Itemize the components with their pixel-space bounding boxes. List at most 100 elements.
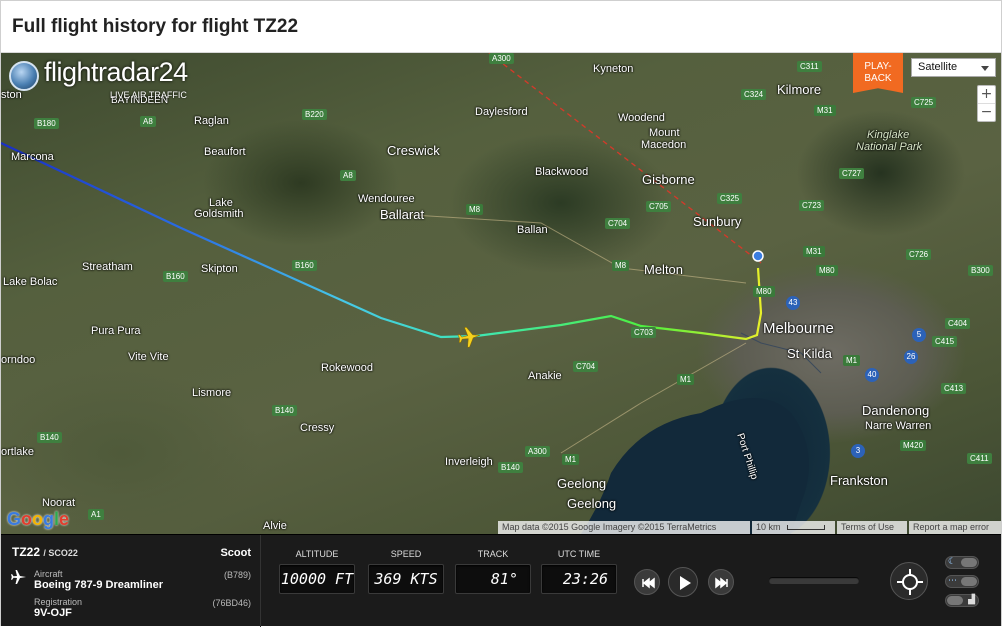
place-label: Wendouree — [358, 193, 415, 205]
airline-name: Scoot — [220, 547, 251, 559]
zoom-out-button[interactable]: − — [978, 104, 995, 122]
altitude-label: ALTITUDE — [295, 549, 339, 559]
trail-toggle[interactable]: ⋯ — [945, 575, 979, 588]
place-label: Skipton — [201, 263, 238, 275]
place-label: Beaufort — [204, 146, 246, 158]
window: Full flight history for flight TZ22 Kyne… — [0, 0, 1002, 627]
airport-marker — [752, 250, 764, 262]
place-label: Kyneton — [593, 63, 634, 75]
place-label: Rokewood — [321, 362, 373, 374]
place-label: Goldsmith — [194, 208, 244, 220]
place-label: Blackwood — [535, 166, 589, 178]
road-shield: 43 — [786, 296, 800, 310]
aircraft-type: Boeing 787-9 Dreamliner — [34, 579, 163, 591]
place-label: Daylesford — [475, 106, 528, 118]
speed-value: 369 KTS — [368, 564, 444, 594]
time-value: 23:26 — [541, 564, 617, 594]
place-label: Narre Warren — [865, 420, 932, 432]
playback-progress-slider[interactable] — [769, 577, 859, 584]
road-shield: B300 — [968, 265, 993, 276]
aircraft-icon — [457, 327, 480, 348]
scale-label: 10 km — [756, 522, 781, 532]
place-label: Noorat — [42, 497, 76, 509]
road-shield: C413 — [941, 383, 967, 394]
google-logo[interactable]: Google — [7, 509, 69, 530]
map-type-select[interactable]: Satellite — [911, 58, 996, 77]
road-shield: M1 — [677, 374, 695, 385]
callsign: / SCO22 — [43, 548, 78, 558]
road-shield: A8 — [140, 116, 156, 127]
port-phillip-bay — [581, 398, 809, 534]
place-label: St Kilda — [787, 346, 832, 361]
zoom-control: + − — [977, 85, 996, 122]
terms-link[interactable]: Terms of Use — [837, 521, 907, 534]
flightradar24-logo[interactable]: flightradar24 LIVE AIR TRAFFIC — [7, 57, 197, 101]
road-shield: B140 — [37, 432, 62, 443]
place-label: Macedon — [641, 139, 687, 151]
track-readout: TRACK 81° — [455, 549, 531, 594]
fast-forward-button[interactable] — [708, 569, 734, 595]
play-icon — [680, 576, 691, 590]
road-shield: M80 — [753, 286, 775, 297]
rewind-icon — [642, 577, 655, 589]
road-shield: A1 — [88, 509, 104, 520]
registration-code: (76BD46) — [212, 598, 251, 608]
rewind-button[interactable] — [634, 569, 660, 595]
road-shield: M1 — [843, 355, 861, 366]
place-label: Mount — [649, 127, 680, 139]
flight-map[interactable]: Kyneton Kilmore Daylesford Woodend Mount… — [1, 53, 1001, 534]
crosshair-icon — [897, 569, 923, 595]
road-shield: A300 — [525, 446, 550, 457]
place-label: Pura Pura — [91, 325, 141, 337]
zoom-in-button[interactable]: + — [978, 86, 995, 104]
fast-forward-icon — [715, 577, 728, 589]
road-shield: M80 — [816, 265, 838, 276]
road-shield: B180 — [34, 118, 59, 129]
report-map-error-link[interactable]: Report a map error — [909, 521, 1001, 534]
night-mode-toggle[interactable]: ☾ — [945, 556, 979, 569]
toggle-knob — [947, 596, 963, 605]
road-shield: C726 — [906, 249, 932, 260]
place-label: Alvie — [263, 520, 287, 532]
map-attribution: Map data ©2015 Google Imagery ©2015 Terr… — [498, 521, 750, 534]
map-scale: 10 km — [752, 521, 835, 534]
road-shield: C325 — [717, 193, 743, 204]
place-label: Cressy — [300, 422, 335, 434]
toggle-knob — [961, 577, 977, 586]
road-shield: C723 — [799, 200, 825, 211]
place-label: Streatham — [82, 261, 133, 273]
moon-icon: ☾ — [948, 557, 957, 567]
road-shield: M8 — [466, 204, 484, 215]
altitude-value: 10000 FT — [279, 564, 355, 594]
road-shield: 5 — [912, 328, 926, 342]
logo-tagline: LIVE AIR TRAFFIC — [110, 90, 187, 100]
play-button[interactable] — [668, 567, 698, 597]
road-shield: B160 — [163, 271, 188, 282]
road-shield: 40 — [865, 368, 879, 382]
road-shield: C727 — [839, 168, 865, 179]
road-shield: B140 — [498, 462, 523, 473]
road-shield: C415 — [932, 336, 958, 347]
logo-wordmark: flightradar24 — [44, 57, 188, 87]
road-shield: A8 — [340, 170, 356, 181]
road-shield: M420 — [900, 440, 927, 451]
stats-toggle[interactable]: ▟ — [945, 594, 979, 607]
road-shield: C704 — [573, 361, 599, 372]
flight-details: TZ22 / SCO22 Scoot Aircraft Boeing 787-9… — [1, 535, 261, 627]
place-label: Geelong — [567, 496, 617, 511]
playback-label: BACK — [864, 73, 892, 84]
center-aircraft-button[interactable] — [890, 562, 928, 600]
aircraft-code: (B789) — [223, 570, 251, 580]
place-label: ortlake — [1, 446, 35, 458]
flight-number-value: TZ22 — [12, 545, 41, 559]
road-shield: C404 — [945, 318, 971, 329]
scale-bar — [787, 525, 826, 531]
road-shield: M1 — [562, 454, 580, 465]
toggle-knob — [961, 558, 977, 567]
road-shield: B160 — [292, 260, 317, 271]
road-shield: M8 — [612, 260, 630, 271]
road-shield: C324 — [741, 89, 767, 100]
place-label: Dandenong — [862, 403, 930, 418]
place-label: Gisborne — [642, 172, 695, 187]
playback-button[interactable]: PLAY- BACK — [853, 53, 903, 93]
